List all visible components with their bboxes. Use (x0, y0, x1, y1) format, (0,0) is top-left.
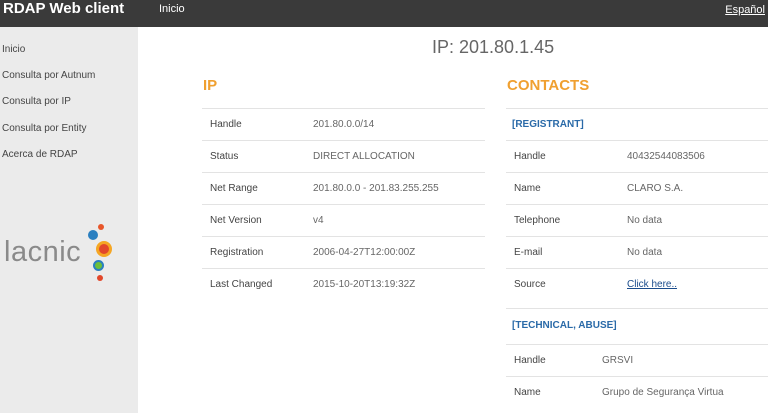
row-value: CLARO S.A. (627, 183, 684, 194)
logo-dot-icon (96, 241, 112, 257)
table-row: Name Grupo de Segurança Virtua (506, 376, 768, 408)
registrant-heading-row: [REGISTRANT] (506, 108, 768, 140)
technical-heading-row: [TECHNICAL, ABUSE] (506, 308, 768, 340)
row-label: Handle (514, 151, 546, 162)
table-row: Net Version v4 (202, 204, 485, 236)
row-label: Status (210, 151, 239, 162)
row-value: 201.80.0.0/14 (313, 119, 375, 130)
row-value: DIRECT ALLOCATION (313, 151, 415, 162)
sidebar-item-consulta-entity[interactable]: Consulta por Entity (2, 123, 87, 134)
row-label: Net Version (210, 215, 262, 226)
source-cell: Click here.. (627, 269, 677, 300)
logo-dot-icon (93, 260, 104, 271)
table-row: Source Click here.. (506, 268, 768, 300)
table-row: Handle 201.80.0.0/14 (202, 108, 485, 140)
row-value: No data (627, 215, 663, 226)
row-value: v4 (313, 215, 324, 226)
sidebar-item-consulta-ip[interactable]: Consulta por IP (2, 96, 71, 107)
row-label: Handle (210, 119, 242, 130)
row-value: 2006-04-27T12:00:00Z (313, 247, 416, 258)
table-row: Telephone No data (506, 204, 768, 236)
row-label: Net Range (210, 183, 258, 194)
ip-section-title: IP (203, 77, 218, 94)
logo-dot-icon (97, 275, 103, 281)
contacts-table: [REGISTRANT] Handle 40432544083506 Name … (506, 108, 768, 413)
sidebar: Inicio Consulta por Autnum Consulta por … (0, 27, 138, 413)
contacts-section-title: CONTACTS (507, 77, 590, 94)
row-label: Registration (210, 247, 264, 258)
row-label: Telephone (514, 215, 561, 226)
logo-dot-icon (88, 230, 98, 240)
ip-table: Handle 201.80.0.0/14 Status DIRECT ALLOC… (202, 108, 485, 308)
table-row: Net Range 201.80.0.0 - 201.83.255.255 (202, 172, 485, 204)
technical-heading: [TECHNICAL, ABUSE] (512, 320, 617, 331)
table-row: Handle GRSVI (506, 344, 768, 376)
app-title[interactable]: RDAP Web client (3, 0, 124, 20)
source-click-here-link[interactable]: Click here.. (627, 279, 677, 290)
row-label: Source (514, 279, 546, 290)
sidebar-item-inicio[interactable]: Inicio (2, 44, 25, 55)
row-value: 201.80.0.0 - 201.83.255.255 (313, 183, 439, 194)
row-label: E-mail (514, 247, 543, 258)
row-label: Last Changed (210, 279, 273, 290)
sidebar-item-acerca-rdap[interactable]: Acerca de RDAP (2, 149, 78, 160)
logo-wordmark: lacnic (4, 236, 82, 268)
table-row: E-mail No data (506, 236, 768, 268)
row-value: 40432544083506 (627, 151, 705, 162)
row-label: Name (514, 183, 541, 194)
nav-inicio-link[interactable]: Inicio (159, 3, 185, 15)
row-label: Name (514, 387, 541, 398)
logo-dot-icon (98, 224, 104, 230)
page-title: IP: 201.80.1.45 (432, 37, 555, 57)
row-value: 2015-10-20T13:19:32Z (313, 279, 416, 290)
row-value: No data (627, 247, 663, 258)
table-row: Status DIRECT ALLOCATION (202, 140, 485, 172)
top-bar: RDAP Web client Inicio Español (0, 0, 768, 27)
language-link[interactable]: Español (725, 4, 765, 16)
row-label: Handle (514, 355, 546, 366)
table-row: Registration 2006-04-27T12:00:00Z (202, 236, 485, 268)
row-value: Grupo de Segurança Virtua (602, 387, 724, 398)
sidebar-item-consulta-autnum[interactable]: Consulta por Autnum (2, 70, 95, 81)
table-row: Handle 40432544083506 (506, 140, 768, 172)
registrant-heading: [REGISTRANT] (512, 119, 584, 130)
table-row: Last Changed 2015-10-20T13:19:32Z (202, 268, 485, 300)
row-value: GRSVI (602, 355, 634, 366)
table-row: Name CLARO S.A. (506, 172, 768, 204)
